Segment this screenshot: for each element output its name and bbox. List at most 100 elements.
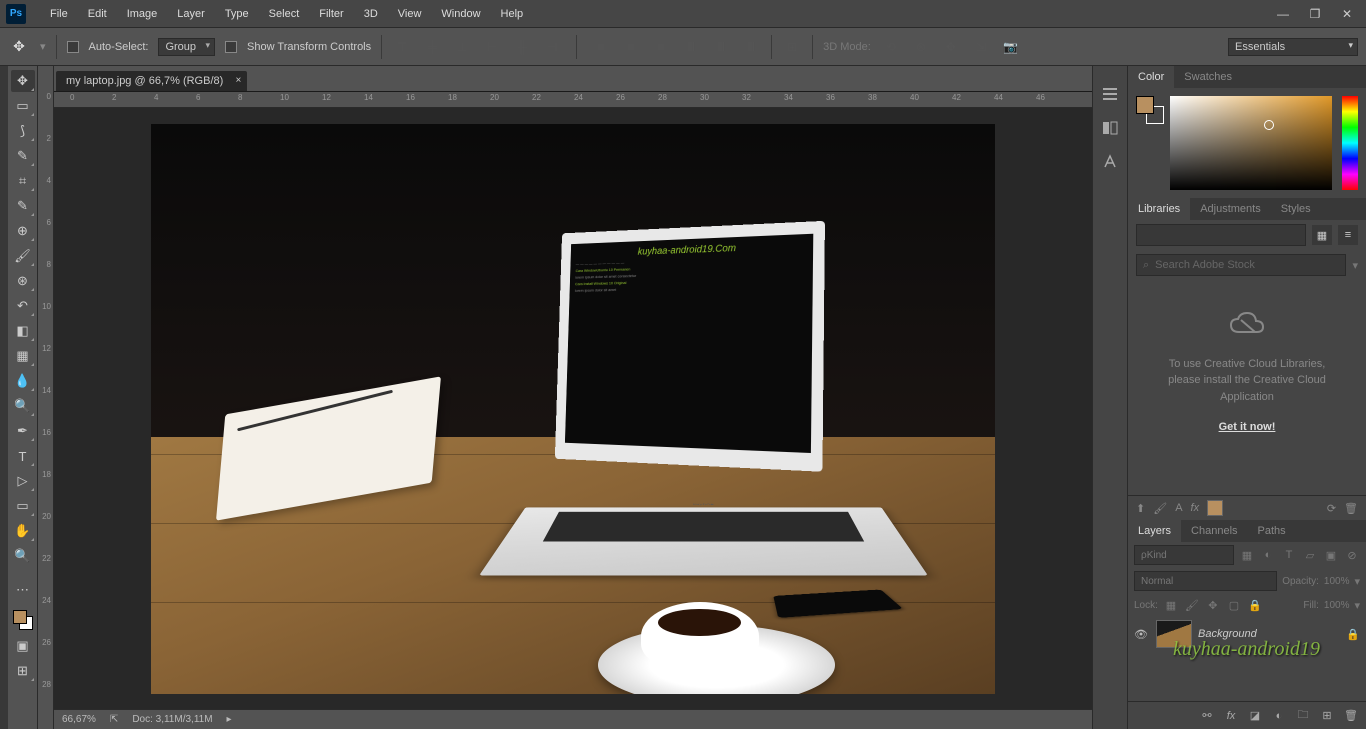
3d-zoom-icon[interactable]: 📷 <box>1001 37 1021 57</box>
marquee-tool[interactable]: ▭ <box>11 95 35 117</box>
delete-layer-icon[interactable]: 🗑 <box>1342 709 1360 722</box>
layer-group-icon[interactable]: 🗀 <box>1294 706 1312 725</box>
restore-button[interactable]: ❐ <box>1302 5 1328 23</box>
distribute-vcenter-icon[interactable]: ≡ <box>621 37 641 57</box>
lib-color-swatch[interactable] <box>1207 500 1223 516</box>
library-dropdown[interactable] <box>1136 224 1306 246</box>
layer-fx-icon[interactable]: fx <box>1222 710 1240 722</box>
align-right-icon[interactable]: ⊣ <box>542 37 562 57</box>
lock-all-icon[interactable]: 🔒 <box>1247 597 1263 613</box>
lock-trans-icon[interactable]: ▦ <box>1163 597 1179 613</box>
quick-select-tool[interactable]: ✎ <box>11 145 35 167</box>
menu-image[interactable]: Image <box>117 8 168 20</box>
menu-window[interactable]: Window <box>431 8 490 20</box>
tab-swatches[interactable]: Swatches <box>1174 66 1242 88</box>
filter-type-icon[interactable]: T <box>1281 547 1297 563</box>
tab-libraries[interactable]: Libraries <box>1128 198 1190 220</box>
distribute-top-icon[interactable]: ≡ <box>591 37 611 57</box>
tab-paths[interactable]: Paths <box>1248 520 1296 542</box>
filter-adjust-icon[interactable]: ◐ <box>1260 547 1276 563</box>
distribute-bottom-icon[interactable]: ≡ <box>651 37 671 57</box>
tab-color[interactable]: Color <box>1128 66 1174 88</box>
adjustment-layer-icon[interactable]: ◐ <box>1270 710 1288 722</box>
align-left-icon[interactable]: ⊢ <box>482 37 502 57</box>
gradient-tool[interactable]: ▦ <box>11 345 35 367</box>
menu-3d[interactable]: 3D <box>354 8 388 20</box>
menu-edit[interactable]: Edit <box>78 8 117 20</box>
lib-upload-icon[interactable]: ⬆ <box>1136 502 1145 515</box>
list-view-icon[interactable]: ≡ <box>1338 225 1358 245</box>
color-swatches[interactable] <box>11 608 35 632</box>
tab-styles[interactable]: Styles <box>1271 198 1321 220</box>
menu-file[interactable]: File <box>40 8 78 20</box>
blend-mode-dropdown[interactable]: Normal <box>1134 571 1277 591</box>
lock-pos-icon[interactable]: ✥ <box>1205 597 1221 613</box>
lib-trash-icon[interactable]: 🗑 <box>1344 502 1358 515</box>
lib-char-icon[interactable]: A <box>1175 502 1182 514</box>
align-vcenter-icon[interactable]: ╪ <box>422 37 442 57</box>
layer-thumbnail[interactable] <box>1156 620 1192 648</box>
align-bottom-icon[interactable]: ⊥ <box>452 37 472 57</box>
align-top-icon[interactable]: ⊤ <box>392 37 412 57</box>
distribute-left-icon[interactable]: Ⅲ <box>681 37 701 57</box>
history-panel-icon[interactable] <box>1100 84 1120 104</box>
show-transform-checkbox[interactable] <box>225 41 237 53</box>
filter-shape-icon[interactable]: ▱ <box>1302 547 1318 563</box>
3d-slide-icon[interactable]: ⇲ <box>971 37 991 57</box>
menu-layer[interactable]: Layer <box>167 8 215 20</box>
export-icon[interactable]: ⇱ <box>110 714 118 725</box>
workspace-dropdown[interactable]: Essentials <box>1228 38 1358 56</box>
auto-select-checkbox[interactable] <box>67 41 79 53</box>
cc-get-link[interactable]: Get it now! <box>1148 419 1346 436</box>
link-layers-icon[interactable]: ⚯ <box>1198 709 1216 722</box>
tab-channels[interactable]: Channels <box>1181 520 1247 542</box>
filter-pixel-icon[interactable]: ▦ <box>1239 547 1255 563</box>
properties-panel-icon[interactable] <box>1100 118 1120 138</box>
rectangle-tool[interactable]: ▭ <box>11 495 35 517</box>
menu-type[interactable]: Type <box>215 8 259 20</box>
close-button[interactable]: ✕ <box>1334 5 1360 23</box>
clone-stamp-tool[interactable]: ⊛ <box>11 270 35 292</box>
lib-sync-icon[interactable]: ⟳ <box>1327 502 1336 515</box>
menu-view[interactable]: View <box>388 8 432 20</box>
history-brush-tool[interactable]: ↶ <box>11 295 35 317</box>
canvas[interactable]: kuyhaa-android19.Com — — — — — — — — — —… <box>151 124 995 694</box>
lock-icon[interactable]: 🔒 <box>1346 628 1360 641</box>
color-fgbg-swatch[interactable] <box>1136 96 1164 124</box>
document-tab[interactable]: my laptop.jpg @ 66,7% (RGB/8) × <box>56 71 247 91</box>
layer-mask-icon[interactable]: ◪ <box>1246 709 1264 722</box>
lock-artboard-icon[interactable]: ▢ <box>1226 597 1242 613</box>
3d-roll-icon[interactable]: ⊛ <box>911 37 931 57</box>
zoom-tool[interactable]: 🔍 <box>11 545 35 567</box>
tab-layers[interactable]: Layers <box>1128 520 1181 542</box>
menu-help[interactable]: Help <box>491 8 534 20</box>
layer-background[interactable]: 👁 Background 🔒 <box>1128 616 1366 652</box>
eyedropper-tool[interactable]: ✎ <box>11 195 35 217</box>
new-layer-icon[interactable]: ⊞ <box>1318 709 1336 722</box>
brush-tool[interactable]: 🖌 <box>11 245 35 267</box>
quickmask-toggle[interactable]: ▣ <box>11 635 35 657</box>
type-tool[interactable]: T <box>11 445 35 467</box>
grid-view-icon[interactable]: ▦ <box>1312 225 1332 245</box>
color-spectrum[interactable] <box>1170 96 1332 190</box>
minimize-button[interactable]: — <box>1270 5 1296 23</box>
align-hcenter-icon[interactable]: ╫ <box>512 37 532 57</box>
healing-brush-tool[interactable]: ⊕ <box>11 220 35 242</box>
path-select-tool[interactable]: ▷ <box>11 470 35 492</box>
fill-value[interactable]: 100% <box>1324 600 1350 611</box>
hand-tool[interactable]: ✋ <box>11 520 35 542</box>
lasso-tool[interactable]: ⟆ <box>11 120 35 142</box>
character-panel-icon[interactable] <box>1100 152 1120 172</box>
visibility-icon[interactable]: 👁 <box>1134 628 1150 641</box>
filter-smart-icon[interactable]: ▣ <box>1323 547 1339 563</box>
close-tab-icon[interactable]: × <box>235 75 241 86</box>
filter-toggle[interactable]: ⊘ <box>1344 547 1360 563</box>
pen-tool[interactable]: ✒ <box>11 420 35 442</box>
distribute-hcenter-icon[interactable]: Ⅲ <box>711 37 731 57</box>
lock-paint-icon[interactable]: 🖌 <box>1184 597 1200 613</box>
menu-select[interactable]: Select <box>259 8 310 20</box>
crop-tool[interactable]: ⌗ <box>11 170 35 192</box>
stock-search-input[interactable]: ⌕ Search Adobe Stock <box>1136 254 1346 276</box>
doc-info-caret[interactable]: ▸ <box>227 714 232 725</box>
screen-mode-toggle[interactable]: ⊞ <box>11 660 35 682</box>
